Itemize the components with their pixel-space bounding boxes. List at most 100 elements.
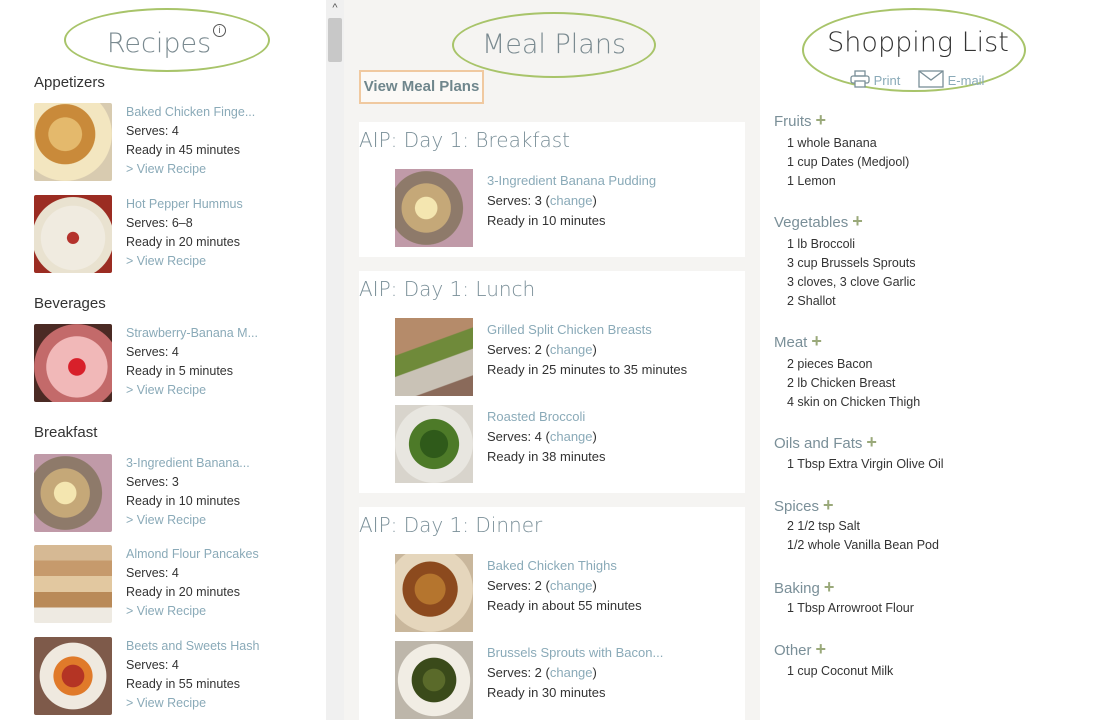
meal-name-link[interactable]: 3-Ingredient Banana Pudding <box>487 171 656 191</box>
recipe-name-link[interactable]: 3-Ingredient Banana... <box>126 454 250 473</box>
view-recipe-link[interactable]: > View Recipe <box>126 511 250 530</box>
recipe-name-link[interactable]: Strawberry-Banana M... <box>126 324 258 343</box>
meal-serves: Serves: 2 (change) <box>487 578 597 593</box>
meal-item[interactable]: Roasted Broccoli Serves: 4 (change) Read… <box>395 405 735 485</box>
recipe-card[interactable]: Beets and Sweets Hash Serves: 4 Ready in… <box>34 637 314 717</box>
pancakes-thumbnail[interactable] <box>34 545 112 623</box>
scrollbar-thumb[interactable] <box>328 18 342 62</box>
change-servings-link[interactable]: change <box>550 342 593 357</box>
meal-item[interactable]: Grilled Split Chicken Breasts Serves: 2 … <box>395 318 735 398</box>
shopping-item: 1 lb Broccoli <box>787 237 856 251</box>
recipe-ready-time: Ready in 5 minutes <box>126 364 234 378</box>
print-email-row: Print E-mail <box>850 70 984 91</box>
recipes-scrollbar[interactable]: ^ <box>326 0 344 720</box>
day-title: AIP: Day 1: Dinner <box>359 513 543 537</box>
print-link[interactable]: Print <box>874 73 901 88</box>
recipe-serves: Serves: 4 <box>126 345 179 359</box>
recipe-ready-time: Ready in 45 minutes <box>126 143 240 157</box>
change-servings-link[interactable]: change <box>550 665 593 680</box>
meal-name-link[interactable]: Brussels Sprouts with Bacon... <box>487 643 663 663</box>
hummus-thumbnail[interactable] <box>34 195 112 273</box>
shopping-item: 1 Lemon <box>787 174 836 188</box>
recipe-name-link[interactable]: Almond Flour Pancakes <box>126 545 259 564</box>
recipe-card[interactable]: Almond Flour Pancakes Serves: 4 Ready in… <box>34 545 314 625</box>
recipe-ready-time: Ready in 55 minutes <box>126 677 240 691</box>
add-item-plus-icon[interactable]: + <box>824 577 835 597</box>
recipe-card[interactable]: Strawberry-Banana M... Serves: 4 Ready i… <box>34 324 314 404</box>
scroll-up-arrow-icon[interactable]: ^ <box>326 0 344 16</box>
recipe-ready-time: Ready in 20 minutes <box>126 235 240 249</box>
add-item-plus-icon[interactable]: + <box>823 495 834 515</box>
shopping-item: 1 cup Coconut Milk <box>787 664 894 678</box>
shopping-item: 1 Tbsp Arrowroot Flour <box>787 601 914 615</box>
chicken-thighs-thumbnail[interactable] <box>395 554 473 632</box>
change-servings-link[interactable]: change <box>550 578 593 593</box>
broccoli-thumbnail[interactable] <box>395 405 473 483</box>
meal-item[interactable]: Baked Chicken Thighs Serves: 2 (change) … <box>395 554 735 634</box>
meal-name-link[interactable]: Baked Chicken Thighs <box>487 556 642 576</box>
change-servings-link[interactable]: change <box>550 193 593 208</box>
shopping-item: 1 whole Banana <box>787 136 877 150</box>
info-icon[interactable]: i <box>213 24 226 37</box>
meal-plan-day-lunch: AIP: Day 1: Lunch Grilled Split Chicken … <box>359 271 745 493</box>
banana-pudding-thumbnail[interactable] <box>395 169 473 247</box>
recipe-name-link[interactable]: Baked Chicken Finge... <box>126 103 255 122</box>
meal-plan-day-breakfast: AIP: Day 1: Breakfast 3-Ingredient Banan… <box>359 122 745 257</box>
add-item-plus-icon[interactable]: + <box>816 639 827 659</box>
meal-ready-time: Ready in 30 minutes <box>487 685 606 700</box>
recipe-serves: Serves: 4 <box>126 124 179 138</box>
recipe-serves: Serves: 3 <box>126 475 179 489</box>
meal-name-link[interactable]: Roasted Broccoli <box>487 407 606 427</box>
add-item-plus-icon[interactable]: + <box>866 432 877 452</box>
recipe-ready-time: Ready in 10 minutes <box>126 494 240 508</box>
change-servings-link[interactable]: change <box>550 429 593 444</box>
view-recipe-link[interactable]: > View Recipe <box>126 602 259 621</box>
email-link[interactable]: E-mail <box>948 73 985 88</box>
recipe-card[interactable]: 3-Ingredient Banana... Serves: 3 Ready i… <box>34 454 314 534</box>
meal-serves: Serves: 2 (change) <box>487 665 597 680</box>
beets-hash-thumbnail[interactable] <box>34 637 112 715</box>
printer-icon[interactable] <box>850 70 870 91</box>
shopping-item: 3 cloves, 3 clove Garlic <box>787 275 916 289</box>
smoothie-thumbnail[interactable] <box>34 324 112 402</box>
banana-pudding-thumbnail[interactable] <box>34 454 112 532</box>
meal-serves: Serves: 3 (change) <box>487 193 597 208</box>
meal-name-link[interactable]: Grilled Split Chicken Breasts <box>487 320 687 340</box>
recipe-card[interactable]: Hot Pepper Hummus Serves: 6–8 Ready in 2… <box>34 195 314 275</box>
meal-serves: Serves: 2 (change) <box>487 342 597 357</box>
recipe-card[interactable]: Baked Chicken Finge... Serves: 4 Ready i… <box>34 103 314 183</box>
shopping-item: 1 Tbsp Extra Virgin Olive Oil <box>787 457 944 471</box>
shopping-list-panel: Shopping List Print E-mail Fruits + 1 who… <box>760 0 1093 720</box>
shopping-item: 1/2 whole Vanilla Bean Pod <box>787 538 939 552</box>
view-recipe-link[interactable]: > View Recipe <box>126 694 259 713</box>
category-beverages: Beverages <box>34 295 106 312</box>
email-icon[interactable] <box>918 70 944 91</box>
meal-ready-time: Ready in 25 minutes to 35 minutes <box>487 362 688 377</box>
meal-item[interactable]: Brussels Sprouts with Bacon... Serves: 2… <box>395 641 735 720</box>
shopping-category-baking: Baking + <box>774 577 835 597</box>
shopping-item: 2 Shallot <box>787 294 836 308</box>
view-recipe-link[interactable]: > View Recipe <box>126 252 243 271</box>
add-item-plus-icon[interactable]: + <box>811 331 822 351</box>
add-item-plus-icon[interactable]: + <box>816 110 827 130</box>
grilled-chicken-thumbnail[interactable] <box>395 318 473 396</box>
chicken-fingers-thumbnail[interactable] <box>34 103 112 181</box>
view-recipe-link[interactable]: > View Recipe <box>126 381 258 400</box>
category-breakfast: Breakfast <box>34 424 98 441</box>
meal-ready-time: Ready in 10 minutes <box>487 213 606 228</box>
brussels-sprouts-thumbnail[interactable] <box>395 641 473 719</box>
view-meal-plans-button[interactable]: View Meal Plans <box>359 70 484 104</box>
recipe-name-link[interactable]: Hot Pepper Hummus <box>126 195 243 214</box>
meal-ready-time: Ready in 38 minutes <box>487 449 606 464</box>
meal-serves: Serves: 4 (change) <box>487 429 597 444</box>
recipe-name-link[interactable]: Beets and Sweets Hash <box>126 637 259 656</box>
view-recipe-link[interactable]: > View Recipe <box>126 160 255 179</box>
meal-item[interactable]: 3-Ingredient Banana Pudding Serves: 3 (c… <box>395 169 735 249</box>
shopping-category-meat: Meat + <box>774 331 822 351</box>
shopping-category-spices: Spices + <box>774 495 834 515</box>
meal-ready-time: Ready in about 55 minutes <box>487 598 642 613</box>
shopping-list-title: Shopping List <box>827 27 1009 58</box>
recipe-serves: Serves: 6–8 <box>126 216 193 230</box>
add-item-plus-icon[interactable]: + <box>852 211 863 231</box>
shopping-category-fruits: Fruits + <box>774 110 827 130</box>
